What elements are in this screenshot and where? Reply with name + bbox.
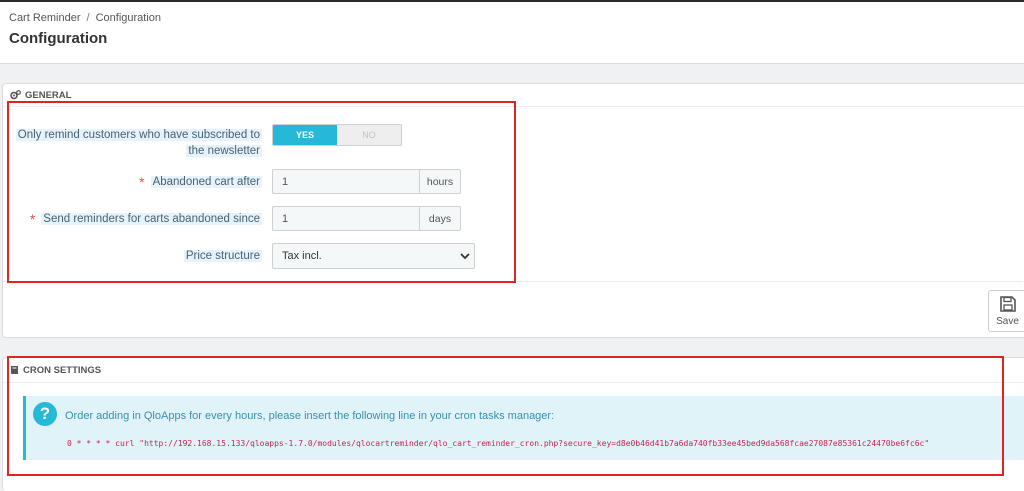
cron-heading-text: CRON SETTINGS	[23, 364, 102, 376]
chevron-down-icon	[460, 253, 470, 260]
reminders-since-group: days	[272, 206, 461, 231]
cron-message: Order adding in QloApps for every hours,…	[65, 410, 555, 422]
abandoned-after-label-text: Abandoned cart after	[150, 176, 262, 188]
cogs-icon	[10, 90, 21, 100]
question-circle-icon: ?	[33, 402, 57, 426]
save-button[interactable]: Save	[988, 290, 1024, 332]
cron-info-alert: ? Order adding in QloApps for every hour…	[23, 396, 1024, 460]
newsletter-label-line1: Only remind customers who have subscribe…	[15, 129, 262, 141]
price-structure-label-text: Price structure	[183, 250, 262, 262]
breadcrumb: Cart Reminder / Configuration	[9, 12, 161, 24]
general-panel: GENERAL Only remind customers who have s…	[2, 83, 1024, 338]
breadcrumb-parent[interactable]: Cart Reminder	[9, 12, 81, 24]
newsletter-label: Only remind customers who have subscribe…	[15, 127, 262, 159]
book-icon	[10, 365, 19, 375]
abandoned-after-label: * Abandoned cart after	[139, 174, 262, 190]
price-structure-label: Price structure	[183, 248, 262, 264]
panel-footer-divider	[3, 281, 1023, 282]
breadcrumb-current: Configuration	[95, 12, 162, 24]
reminders-since-label: * Send reminders for carts abandoned sinc…	[30, 211, 262, 227]
abandoned-after-group: hours	[272, 169, 461, 194]
toggle-no-option[interactable]: NO	[337, 125, 401, 145]
cron-command: 0 * * * * curl "http://192.168.15.133/ql…	[67, 439, 930, 448]
page-title: Configuration	[9, 30, 108, 47]
reminders-since-input[interactable]	[272, 206, 419, 231]
cron-panel-heading: CRON SETTINGS	[3, 358, 1024, 383]
days-addon: days	[419, 206, 461, 231]
price-structure-select[interactable]: Tax incl.	[272, 243, 475, 269]
page-header: Cart Reminder / Configuration Configuratio…	[0, 2, 1024, 64]
newsletter-label-line2: the newsletter	[186, 145, 262, 157]
cron-panel: CRON SETTINGS ? Order adding in QloApps …	[2, 357, 1024, 491]
abandoned-after-input[interactable]	[272, 169, 419, 194]
floppy-disk-icon	[999, 296, 1016, 312]
newsletter-toggle[interactable]: YES NO	[272, 124, 402, 146]
general-heading-text: GENERAL	[25, 89, 72, 101]
hours-addon: hours	[419, 169, 461, 194]
general-panel-heading: GENERAL	[3, 84, 1024, 107]
reminders-since-label-text: Send reminders for carts abandoned since	[41, 213, 262, 225]
save-button-label: Save	[996, 316, 1019, 327]
toggle-yes-option[interactable]: YES	[273, 125, 337, 145]
required-marker: *	[29, 211, 36, 227]
required-marker: *	[139, 174, 145, 190]
price-structure-value: Tax incl.	[282, 250, 322, 262]
breadcrumb-separator: /	[86, 12, 90, 24]
